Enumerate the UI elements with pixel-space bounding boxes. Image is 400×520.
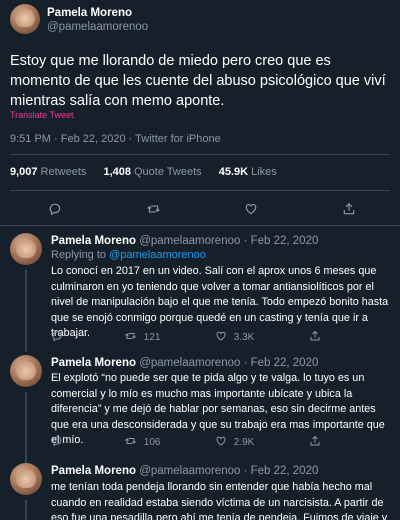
author-handle-date[interactable]: @pamelaamorenoo · Feb 22, 2020	[139, 235, 318, 247]
reply-text: me tenían toda pendeja llorando sin ente…	[51, 481, 388, 520]
like-button[interactable]: 2.9K	[215, 435, 254, 450]
avatar[interactable]	[10, 233, 42, 265]
author-name[interactable]: Pamela Moreno	[47, 7, 132, 19]
replying-to-handle[interactable]: @pamelaamorenoo	[109, 249, 206, 261]
tweet-text: Estoy que me llorando de miedo pero creo…	[10, 53, 386, 109]
reply-icon[interactable]	[51, 435, 63, 450]
share-icon[interactable]	[309, 330, 321, 345]
retweet-button[interactable]: 106	[124, 435, 160, 450]
avatar[interactable]	[10, 463, 42, 495]
like-button[interactable]: 3.3K	[215, 330, 254, 345]
divider	[10, 154, 390, 155]
tweet-stats: 9,007 Retweets 1,408 Quote Tweets 45.9K Lik…	[10, 166, 291, 178]
like-icon	[216, 436, 226, 446]
quote-tweets-stat[interactable]: 1,408 Quote Tweets	[103, 166, 201, 178]
like-count: 3.3K	[233, 332, 255, 343]
share-icon[interactable]	[309, 435, 321, 450]
likes-stat[interactable]: 45.9K Likes	[219, 166, 277, 178]
like-icon[interactable]	[244, 202, 258, 219]
thread-line	[25, 500, 27, 520]
reply-header: Pamela Moreno @pamelaamorenoo · Feb 22, …	[51, 357, 318, 369]
retweet-icon	[125, 438, 136, 444]
author-name[interactable]: Pamela Moreno	[51, 465, 136, 477]
divider	[10, 190, 390, 191]
avatar[interactable]	[10, 355, 42, 387]
reply-actions: 106 2.9K	[51, 435, 391, 449]
retweet-button[interactable]: 121	[124, 330, 160, 345]
retweet-count: 106	[143, 437, 161, 448]
share-icon[interactable]	[342, 202, 356, 219]
thread-line	[25, 392, 27, 474]
thread-line	[25, 270, 27, 352]
author-name[interactable]: Pamela Moreno	[51, 235, 136, 247]
retweet-icon	[125, 333, 136, 339]
tweet-actions	[0, 202, 400, 220]
translate-tweet-link[interactable]: Translate Tweet	[10, 110, 74, 120]
author-name[interactable]: Pamela Moreno	[51, 357, 136, 369]
author-handle-date[interactable]: @pamelaamorenoo · Feb 22, 2020	[139, 465, 318, 477]
like-icon	[216, 331, 226, 341]
author-handle-date[interactable]: @pamelaamorenoo · Feb 22, 2020	[139, 357, 318, 369]
like-count: 2.9K	[233, 437, 255, 448]
reply-header: Pamela Moreno @pamelaamorenoo · Feb 22, …	[51, 235, 318, 247]
divider	[0, 225, 400, 226]
retweet-count: 121	[143, 332, 161, 343]
reply-icon[interactable]	[51, 330, 63, 345]
retweet-icon[interactable]	[146, 202, 161, 219]
retweets-stat[interactable]: 9,007 Retweets	[10, 166, 86, 178]
reply-icon[interactable]	[48, 202, 62, 219]
reply-actions: 121 3.3K	[51, 330, 391, 344]
author-handle[interactable]: @pamelaamorenoo	[47, 21, 148, 33]
replying-to: Replying to @pamelaamorenoo	[51, 249, 206, 261]
avatar[interactable]	[10, 4, 40, 34]
tweet-timestamp[interactable]: 9:51 PM · Feb 22, 2020 · Twitter for iPh…	[10, 133, 221, 145]
reply-header: Pamela Moreno @pamelaamorenoo · Feb 22, …	[51, 465, 318, 477]
